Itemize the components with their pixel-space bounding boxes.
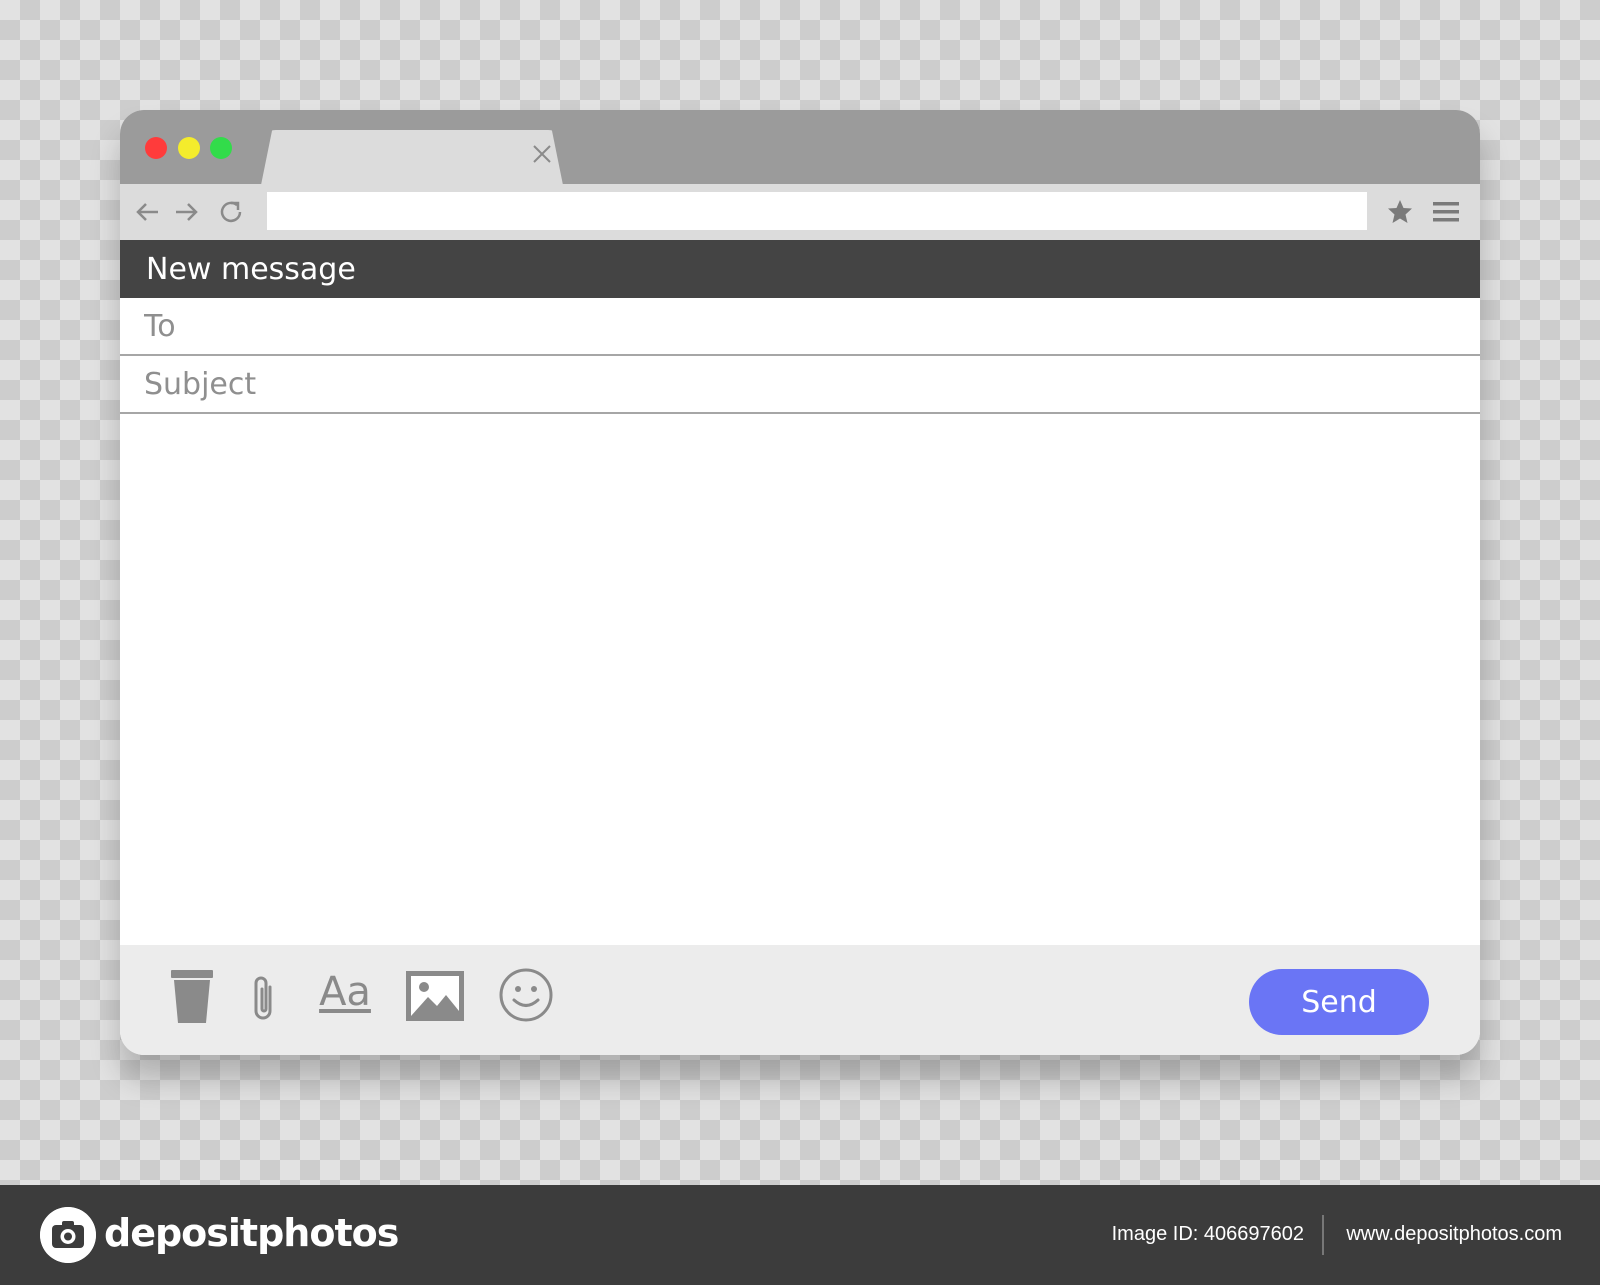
site-url-link[interactable]: www.depositphotos.com [1346,1223,1562,1246]
message-body-input[interactable] [120,414,1480,945]
compose-header: New message [120,240,1480,298]
url-input[interactable] [267,192,1367,230]
minimize-window-button[interactable] [178,137,200,159]
send-button[interactable]: Send [1249,969,1429,1035]
subject-row [120,356,1480,414]
arrow-left-icon[interactable] [134,198,162,226]
browser-window: New message Aa Send [120,110,1480,1055]
emoji-icon[interactable] [498,967,554,1023]
arrow-right-icon[interactable] [172,198,200,226]
hamburger-menu-icon[interactable] [1432,198,1460,226]
title-bar [120,110,1480,190]
to-input[interactable] [144,304,1444,348]
camera-logo-icon [40,1207,96,1263]
maximize-window-button[interactable] [210,137,232,159]
close-window-button[interactable] [145,137,167,159]
star-icon[interactable] [1386,198,1414,226]
to-row [120,298,1480,356]
image-id-label: Image ID: 406697602 [1111,1223,1304,1245]
compose-toolbar: Aa Send [120,945,1480,1055]
browser-toolbar [120,184,1480,242]
brand-logo-text: depositphotos [104,1211,399,1255]
format-text-icon[interactable]: Aa [316,967,374,1017]
watermark-bar: depositphotos Image ID: 406697602 www.de… [0,1185,1600,1285]
footer-divider [1322,1215,1324,1255]
subject-input[interactable] [144,362,1444,406]
reload-icon[interactable] [217,198,245,226]
trash-icon[interactable] [170,967,214,1025]
close-icon[interactable] [532,144,552,164]
browser-tab[interactable] [260,130,564,190]
compose-title: New message [146,252,356,287]
image-icon[interactable] [406,971,464,1021]
paperclip-icon[interactable] [248,973,278,1025]
